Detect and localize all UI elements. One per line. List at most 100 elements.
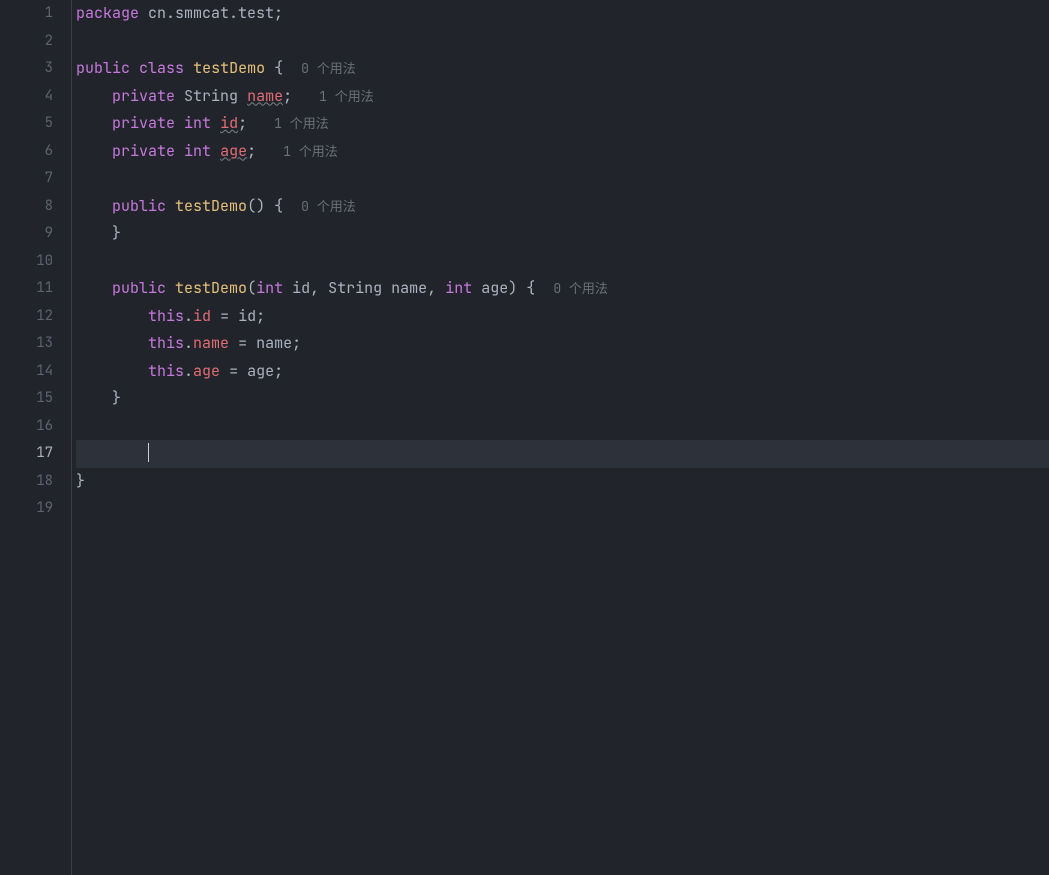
gutter: 12345678910111213141516171819 [0,0,72,875]
brace-close: } [112,388,121,408]
paren-open: ( [247,278,256,298]
line-number[interactable]: 4 [0,83,71,111]
line-number[interactable]: 8 [0,193,71,221]
param-id: id [292,278,310,298]
code-line[interactable] [76,413,1049,441]
brace-open: { [274,58,283,78]
rhs-id: id [238,306,256,326]
comma: , [427,278,445,298]
keyword-public: public [76,58,130,78]
field-id: id [193,306,211,326]
param-name: name [391,278,427,298]
line-number[interactable]: 12 [0,303,71,331]
rhs-name: name [256,333,292,353]
constructor-name: testDemo [175,278,247,298]
line-number[interactable]: 11 [0,275,71,303]
keyword-class: class [139,58,184,78]
dot: . [184,333,193,353]
line-number[interactable]: 13 [0,330,71,358]
line-number[interactable]: 1 [0,0,71,28]
semicolon: ; [292,333,301,353]
semicolon: ; [256,306,265,326]
type-string: String [184,86,238,106]
code-line[interactable]: } [76,220,1049,248]
code-line[interactable]: public testDemo(int id, String name, int… [76,275,1049,303]
paren-close: ) [508,278,517,298]
keyword-package: package [76,3,139,23]
keyword-private: private [112,113,175,133]
keyword-this: this [148,361,184,381]
keyword-this: this [148,333,184,353]
code-line[interactable]: private String name; 1 个用法 [76,83,1049,111]
type-string: String [328,278,382,298]
code-line[interactable] [76,28,1049,56]
type-int: int [445,278,472,298]
type-int: int [256,278,283,298]
line-number[interactable]: 16 [0,413,71,441]
field-name: name [247,86,283,106]
dot: . [184,306,193,326]
space [139,3,148,23]
code-line-current[interactable] [76,440,1049,468]
rhs-age: age [247,361,274,381]
field-age: age [193,361,220,381]
code-line[interactable]: } [76,468,1049,496]
code-editor[interactable]: package cn.smmcat.test; public class tes… [72,0,1049,875]
text-caret-icon [148,443,149,462]
code-line[interactable]: this.age = age; [76,358,1049,386]
param-age: age [481,278,508,298]
field-id: id [220,113,238,133]
line-number[interactable]: 17 [0,440,71,468]
line-number[interactable]: 5 [0,110,71,138]
type-int: int [184,141,211,161]
code-line[interactable]: private int age; 1 个用法 [76,138,1049,166]
code-line[interactable]: public testDemo() { 0 个用法 [76,193,1049,221]
semicolon: ; [238,113,247,133]
line-number[interactable]: 19 [0,495,71,523]
keyword-public: public [112,278,166,298]
line-number[interactable]: 7 [0,165,71,193]
brace-open: { [274,196,283,216]
line-number[interactable]: 2 [0,28,71,56]
keyword-private: private [112,141,175,161]
line-number[interactable]: 3 [0,55,71,83]
usages-hint[interactable]: 0 个用法 [301,60,356,77]
keyword-this: this [148,306,184,326]
line-number[interactable]: 15 [0,385,71,413]
code-line[interactable]: this.name = name; [76,330,1049,358]
line-number[interactable]: 18 [0,468,71,496]
constructor-name: testDemo [175,196,247,216]
code-line[interactable]: private int id; 1 个用法 [76,110,1049,138]
package-path: cn.smmcat.test [148,3,274,23]
type-int: int [184,113,211,133]
field-name: name [193,333,229,353]
class-name: testDemo [193,58,265,78]
usages-hint[interactable]: 1 个用法 [283,143,338,160]
code-line[interactable]: package cn.smmcat.test; [76,0,1049,28]
equals: = [220,361,247,381]
usages-hint[interactable]: 1 个用法 [274,115,329,132]
line-number[interactable]: 9 [0,220,71,248]
keyword-public: public [112,196,166,216]
parens: () [247,196,265,216]
usages-hint[interactable]: 0 个用法 [553,280,608,297]
brace-close: } [76,471,85,491]
usages-hint[interactable]: 0 个用法 [301,198,356,215]
code-line[interactable]: public class testDemo { 0 个用法 [76,55,1049,83]
code-line[interactable] [76,495,1049,523]
line-number[interactable]: 10 [0,248,71,276]
code-line[interactable] [76,165,1049,193]
equals: = [229,333,256,353]
semicolon: ; [247,141,256,161]
brace-open: { [526,278,535,298]
line-number[interactable]: 14 [0,358,71,386]
equals: = [211,306,238,326]
usages-hint[interactable]: 1 个用法 [319,88,374,105]
dot: . [184,361,193,381]
brace-close: } [112,223,121,243]
field-age: age [220,141,247,161]
code-line[interactable]: this.id = id; [76,303,1049,331]
code-line[interactable]: } [76,385,1049,413]
line-number[interactable]: 6 [0,138,71,166]
code-line[interactable] [76,248,1049,276]
